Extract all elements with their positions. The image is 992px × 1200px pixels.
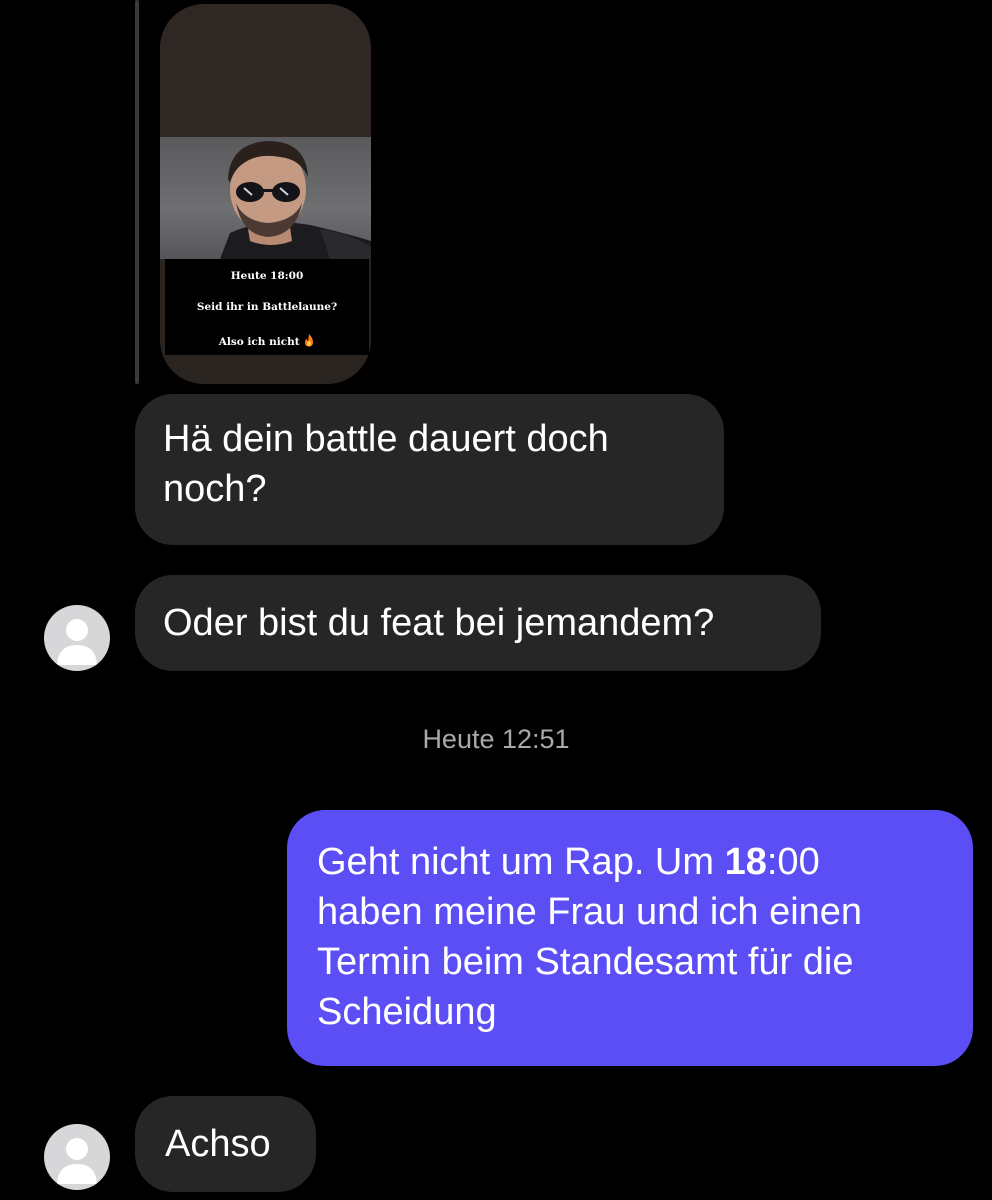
story-bottom-area	[160, 355, 371, 384]
story-top-area	[160, 4, 371, 137]
story-text-overlay: Heute 18:00 Seid ihr in Battlelaune? Als…	[165, 259, 369, 355]
conversation-timestamp: Heute 12:51	[422, 724, 570, 754]
message-text-line: Termin beim Standesamt für die	[317, 941, 854, 983]
incoming-message-bubble[interactable]: Hä dein battle dauert doch noch?	[135, 394, 724, 545]
story-text-line-3: Also ich nicht	[165, 334, 369, 348]
reply-indicator-line	[135, 0, 139, 384]
message-text-line: Achso	[165, 1123, 271, 1165]
message-text-line: Hä dein battle dauert doch	[163, 418, 609, 460]
incoming-message-bubble[interactable]: Oder bist du feat bei jemandem?	[135, 575, 821, 671]
story-text-line-2: Seid ihr in Battlelaune?	[196, 301, 338, 313]
fire-emoji-icon	[303, 334, 315, 348]
outgoing-message-bubble[interactable]: Geht nicht um Rap. Um 18:00 haben meine …	[287, 810, 973, 1066]
message-text-line: noch?	[163, 468, 267, 510]
incoming-message-bubble[interactable]: Achso	[135, 1096, 316, 1192]
message-text-line: Oder bist du feat bei jemandem?	[163, 602, 715, 644]
message-text-line: haben meine Frau und ich einen	[317, 891, 863, 933]
message-text-line: Geht nicht um Rap. Um 18:00	[317, 841, 820, 883]
story-text-line-1: Heute 18:00	[230, 270, 304, 282]
story-photo	[160, 137, 371, 259]
story-reply-card[interactable]: Heute 18:00 Seid ihr in Battlelaune? Als…	[160, 4, 371, 384]
message-text-line: Scheidung	[317, 991, 497, 1033]
default-avatar-icon[interactable]	[44, 605, 110, 671]
default-avatar-icon[interactable]	[44, 1124, 110, 1190]
